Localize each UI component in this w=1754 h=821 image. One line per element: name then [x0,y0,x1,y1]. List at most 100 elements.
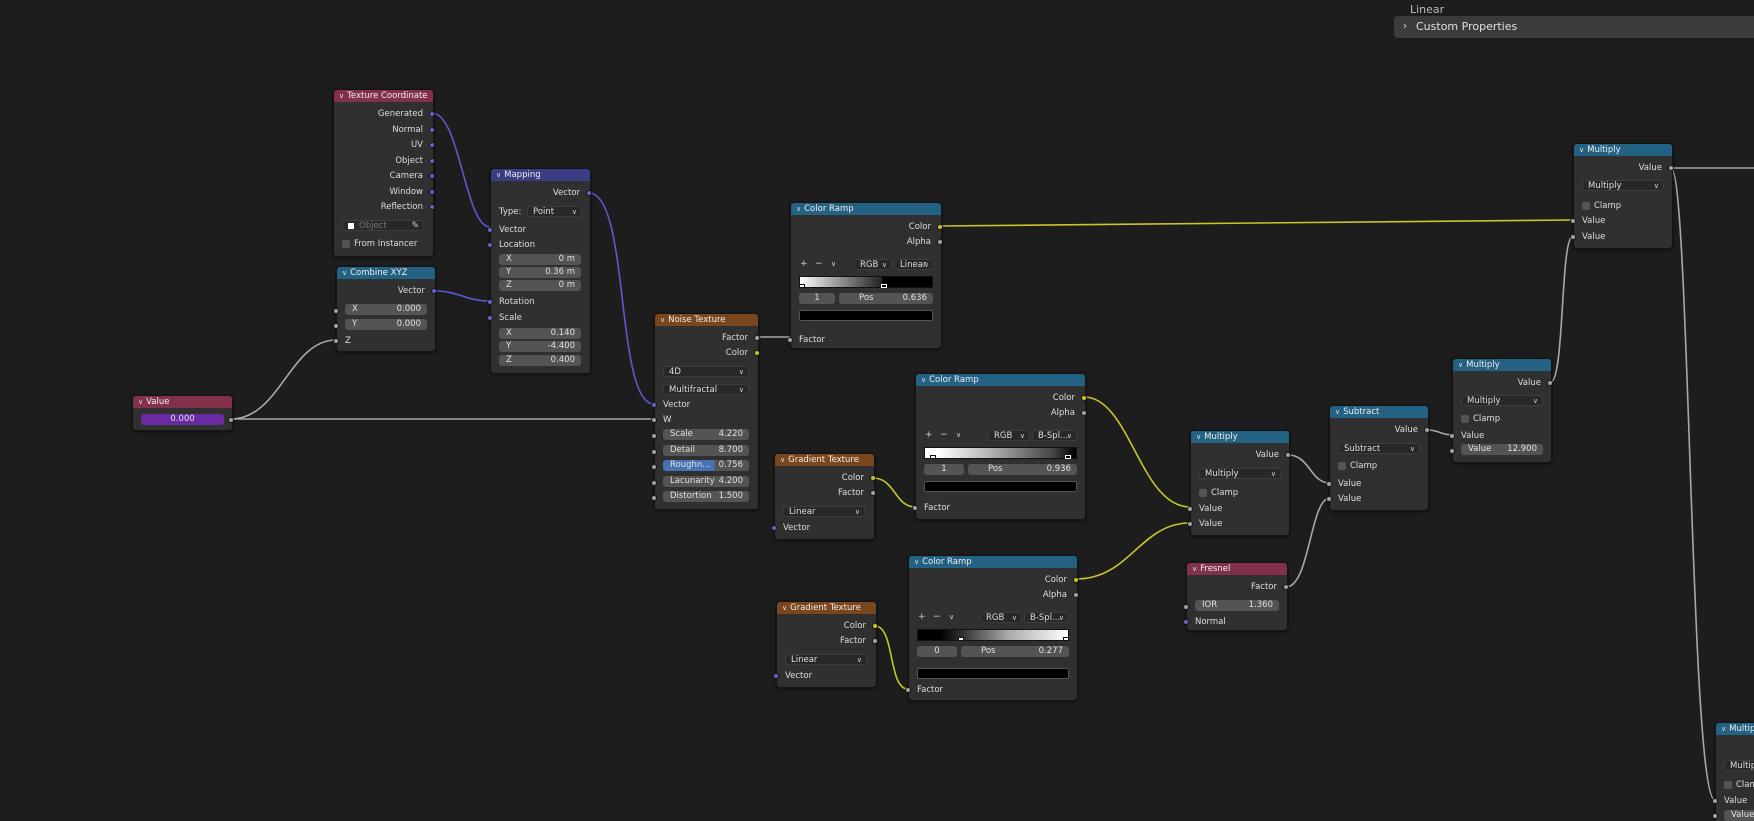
ramp-stop[interactable] [1063,637,1069,641]
math-multiply-node[interactable]: ∨ Multiply Value Multiply ∨ Clamp Value Va… [1187,430,1291,536]
stop-pos-field[interactable]: Pos 0.277 [961,646,1069,657]
stop-index-field[interactable]: 0 [917,646,957,657]
socket-factor-out[interactable] [872,638,878,644]
node-header[interactable]: ∨ Value [133,396,232,408]
interpolation-dropdown[interactable]: Linear ∨ [894,259,934,270]
socket-value-out[interactable] [1424,427,1430,433]
combine-xyz-node[interactable]: ∨ Combine XYZ Vector X 0.000 Y 0.000 Z [333,266,437,352]
operation-dropdown[interactable]: Multipli [1724,760,1754,771]
socket-factor-out[interactable] [754,335,760,341]
chevron-down-icon[interactable]: ∨ [1721,723,1726,735]
socket-value-out[interactable] [228,417,234,423]
socket-uv[interactable] [429,142,435,148]
node-header[interactable]: ∨ Multiply [1191,431,1289,443]
texture-coordinate-node[interactable]: ∨ Texture Coordinate Generated Normal UV … [333,89,435,257]
gradient-texture-node[interactable]: ∨ Gradient Texture Color Factor Linear ∨ V… [771,453,876,540]
remove-stop-button[interactable]: − [815,258,823,270]
socket-value-in-1[interactable] [1570,218,1576,224]
operation-dropdown[interactable]: Multiply ∨ [1461,395,1543,406]
distortion-field[interactable]: Distortion 1.500 [663,491,749,502]
socket-factor-in[interactable] [912,505,918,511]
socket-w[interactable] [651,417,657,423]
clamp-checkbox[interactable] [1338,462,1346,470]
noise-texture-node[interactable]: ∨ Noise Texture Factor Color 4D ∨ Multifra… [651,313,760,510]
scale-x-field[interactable]: X 0.140 [499,328,581,339]
socket-color-out[interactable] [872,623,878,629]
from-instancer-checkbox[interactable] [342,240,350,248]
socket-color-out[interactable] [870,475,876,481]
socket-factor-out[interactable] [1283,584,1289,590]
value-field[interactable]: Value 12.900 [1461,444,1543,455]
socket-color-out[interactable] [1081,395,1087,401]
node-header[interactable]: ∨ Subtract [1330,406,1428,418]
math-multiply-node[interactable]: ∨ Multiply Value Multiply ∨ Clamp Value Va… [1449,358,1553,463]
socket-normal[interactable] [1183,619,1189,625]
chevron-down-icon[interactable]: ∨ [921,374,926,386]
node-header[interactable]: ∨ Fresnel [1187,563,1287,575]
chevron-down-icon[interactable]: ∨ [914,556,919,568]
color-mode-dropdown[interactable]: RGB ∨ [854,259,892,270]
detail-field[interactable]: Detail 8.700 [663,445,749,456]
node-header[interactable]: ∨ Noise Texture [655,314,758,326]
chevron-down-icon[interactable]: ∨ [831,258,836,270]
socket-value-in-2[interactable] [1326,496,1332,502]
fresnel-node[interactable]: ∨ Fresnel Factor IOR 1.360 Normal [1183,562,1289,631]
socket-ior[interactable] [1183,604,1189,610]
socket-x[interactable] [333,308,339,314]
add-stop-button[interactable]: + [918,611,926,623]
socket-generated[interactable] [429,111,435,117]
socket-z[interactable] [333,338,339,344]
add-stop-button[interactable]: + [925,429,933,441]
node-header[interactable]: ∨ Multiply [1453,359,1551,371]
color-ramp-gradient[interactable] [799,276,933,288]
stop-color-swatch[interactable] [924,481,1077,492]
socket-y[interactable] [333,323,339,329]
chevron-down-icon[interactable]: ∨ [1196,431,1201,443]
operation-dropdown[interactable]: Subtract ∨ [1338,443,1420,454]
scale-z-field[interactable]: Z 0.400 [499,355,581,366]
stop-pos-field[interactable]: Pos 0.636 [839,293,933,304]
socket-value-in-2[interactable] [1570,234,1576,240]
color-mode-dropdown[interactable]: RGB ∨ [988,430,1030,441]
dimensions-dropdown[interactable]: 4D ∨ [663,366,749,377]
socket-value-out[interactable] [1668,165,1674,171]
x-field[interactable]: X 0.000 [345,304,427,315]
chevron-down-icon[interactable]: ∨ [496,169,501,181]
chevron-right-icon[interactable]: › [1403,16,1407,38]
socket-value-in-2[interactable] [1449,448,1455,454]
socket-vector-in[interactable] [773,673,779,679]
node-header[interactable]: ∨ Gradient Texture [775,454,874,466]
chevron-down-icon[interactable]: ∨ [1458,359,1463,371]
chevron-down-icon[interactable]: ∨ [782,602,787,614]
remove-stop-button[interactable]: − [940,429,948,441]
clamp-checkbox[interactable] [1461,415,1469,423]
chevron-down-icon[interactable]: ∨ [138,396,143,408]
value-node[interactable]: ∨ Value 0.000 [132,395,234,431]
clamp-checkbox[interactable] [1582,202,1590,210]
mapping-type-dropdown[interactable]: Point ∨ [527,206,582,217]
interpolation-dropdown[interactable]: B-Spl... ∨ [1024,612,1069,623]
socket-scale[interactable] [651,433,657,439]
socket-alpha-out[interactable] [1073,592,1079,598]
node-header[interactable]: ∨ Multiply [1574,144,1672,156]
socket-color-out[interactable] [754,350,760,356]
stop-pos-field[interactable]: Pos 0.936 [968,464,1077,475]
lacunarity-field[interactable]: Lacunarity 4.200 [663,476,749,487]
math-subtract-node[interactable]: ∨ Subtract Value Subtract ∨ Clamp Value Va… [1326,405,1430,511]
socket-vector-out[interactable] [586,190,592,196]
socket-color-out[interactable] [937,224,943,230]
chevron-down-icon[interactable]: ∨ [339,90,344,102]
noise-type-dropdown[interactable]: Multifractal ∨ [663,384,749,395]
location-x-field[interactable]: X 0 m [499,254,581,265]
socket-rotation[interactable] [487,299,493,305]
remove-stop-button[interactable]: − [933,611,941,623]
value-field[interactable]: 0.000 [141,414,224,425]
value-field[interactable]: Value [1724,810,1754,821]
clamp-checkbox[interactable] [1724,781,1732,789]
socket-normal[interactable] [429,127,435,133]
socket-vector-in[interactable] [771,525,777,531]
socket-vector-in[interactable] [487,227,493,233]
chevron-down-icon[interactable]: ∨ [949,611,954,623]
stop-color-swatch[interactable] [917,668,1069,679]
stop-color-swatch[interactable] [799,310,933,321]
